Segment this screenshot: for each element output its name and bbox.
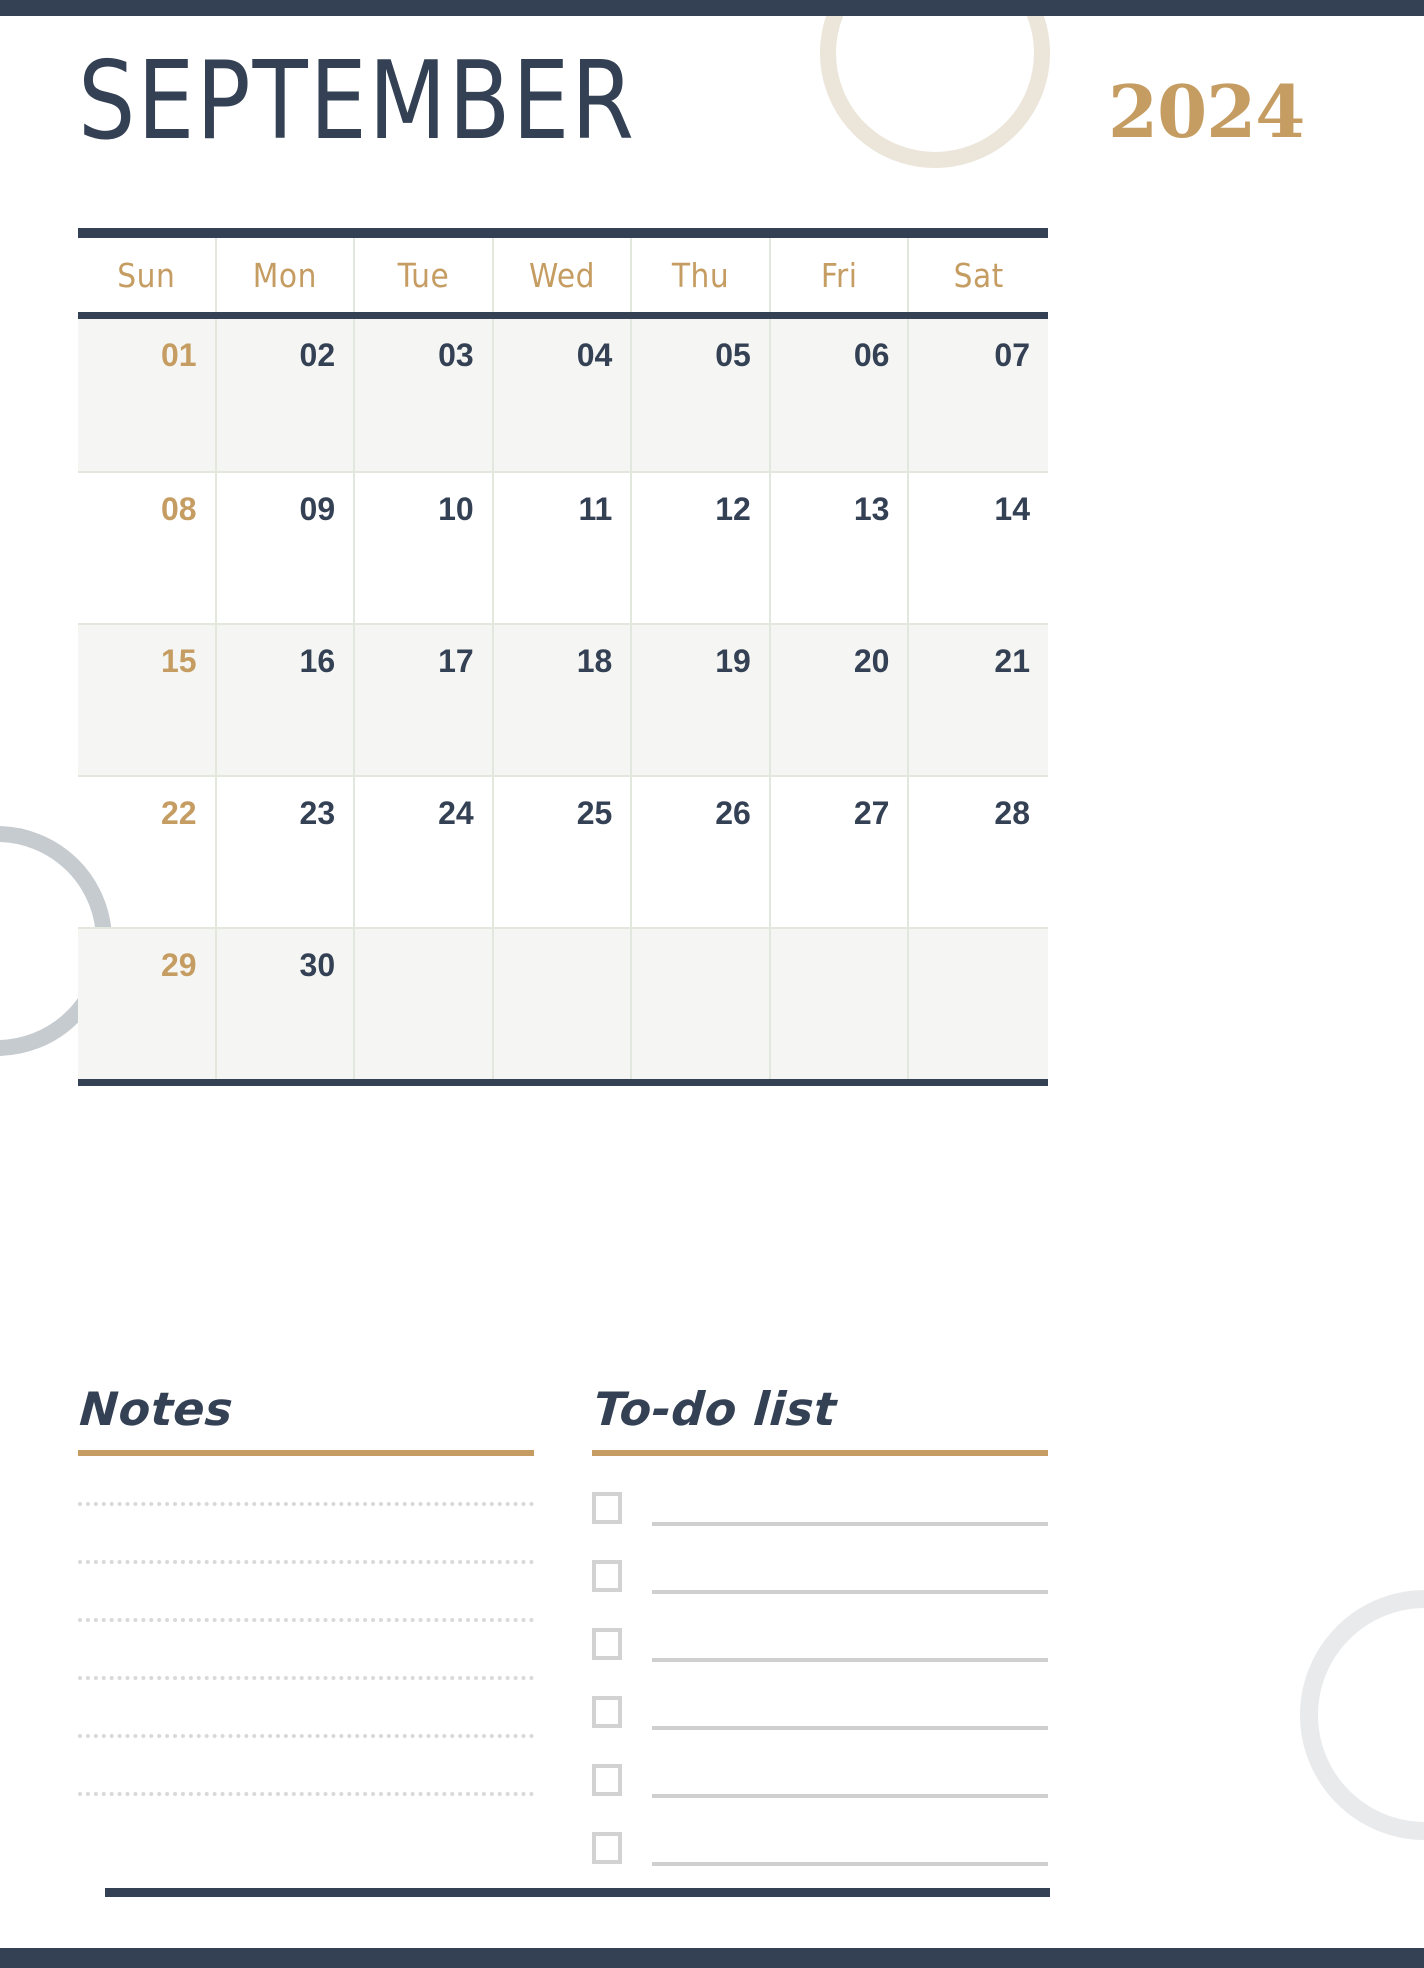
notes-line[interactable]	[78, 1618, 534, 1622]
calendar-week-row: 29 30	[78, 927, 1048, 1079]
calendar-day-cell[interactable]: 02	[217, 319, 356, 471]
todo-item	[592, 1622, 1048, 1666]
weekday-header-fri: Fri	[771, 238, 910, 312]
notes-line[interactable]	[78, 1734, 534, 1738]
notes-line[interactable]	[78, 1676, 534, 1680]
todo-item-line[interactable]	[652, 1726, 1048, 1730]
calendar-day-cell[interactable]: 19	[632, 625, 771, 775]
todo-item-line[interactable]	[652, 1862, 1048, 1866]
calendar-day-cell[interactable]: 30	[217, 929, 356, 1079]
checkbox-empty-icon[interactable]	[592, 1628, 622, 1660]
calendar-header: SEPTEMBER 2024	[0, 48, 1424, 188]
decorative-circle-bottom-right	[1300, 1590, 1424, 1840]
calendar-header-rule	[78, 312, 1048, 319]
calendar-top-rule	[78, 228, 1048, 238]
calendar-day-cell[interactable]: 20	[771, 625, 910, 775]
calendar-day-cell-empty	[771, 929, 910, 1079]
notes-underline	[78, 1450, 534, 1456]
checkbox-empty-icon[interactable]	[592, 1764, 622, 1796]
notes-line[interactable]	[78, 1502, 534, 1506]
calendar-day-cell[interactable]: 27	[771, 777, 910, 927]
todo-item-line[interactable]	[652, 1794, 1048, 1798]
weekday-header-sun: Sun	[78, 238, 217, 312]
calendar-day-cell[interactable]: 22	[78, 777, 217, 927]
todo-items	[592, 1486, 1048, 1870]
page-bottom-bar	[0, 1948, 1424, 1968]
calendar-day-cell[interactable]: 26	[632, 777, 771, 927]
weekday-header-sat: Sat	[953, 255, 1004, 295]
calendar-day-cell[interactable]: 29	[78, 929, 217, 1079]
calendar-day-cell[interactable]: 25	[494, 777, 633, 927]
calendar-day-cell[interactable]: 03	[355, 319, 494, 471]
todo-item-line[interactable]	[652, 1590, 1048, 1594]
calendar-day-cell[interactable]: 08	[78, 473, 217, 623]
notes-title: Notes	[78, 1382, 235, 1436]
checkbox-empty-icon[interactable]	[592, 1560, 622, 1592]
calendar-day-cell[interactable]: 15	[78, 625, 217, 775]
todo-item	[592, 1486, 1048, 1530]
calendar-week-row: 08 09 10 11 12 13 14	[78, 471, 1048, 623]
notes-panel: Notes	[78, 1382, 534, 1894]
calendar-day-cell[interactable]: 06	[771, 319, 910, 471]
todo-item	[592, 1758, 1048, 1802]
notes-line[interactable]	[78, 1792, 534, 1796]
todo-item	[592, 1690, 1048, 1734]
calendar-day-cell[interactable]: 11	[494, 473, 633, 623]
calendar-day-cell-empty	[909, 929, 1048, 1079]
calendar-grid: Sun Mon Tue Wed Thu Fri Sat 01 02 03 04 05 06…	[78, 228, 1048, 1086]
calendar-day-cell[interactable]: 21	[909, 625, 1048, 775]
calendar-day-cell-empty	[632, 929, 771, 1079]
weekday-header-tue: Tue	[355, 238, 494, 312]
calendar-day-cell-empty	[355, 929, 494, 1079]
calendar-day-cell[interactable]: 18	[494, 625, 633, 775]
calendar-day-cell-empty	[494, 929, 633, 1079]
calendar-weeks: 01 02 03 04 05 06 07 08 09 10 11 12 13 14 15 16 17 18 19 20…	[78, 319, 1048, 1079]
weekday-header-mon: Mon	[217, 238, 356, 312]
weekday-header-row: Sun Mon Tue Wed Thu Fri Sat	[78, 238, 1048, 312]
calendar-day-cell[interactable]: 28	[909, 777, 1048, 927]
calendar-day-cell[interactable]: 12	[632, 473, 771, 623]
calendar-day-cell[interactable]: 16	[217, 625, 356, 775]
notes-writing-lines	[78, 1502, 534, 1796]
notes-line[interactable]	[78, 1560, 534, 1564]
todo-item	[592, 1554, 1048, 1598]
calendar-day-cell[interactable]: 01	[78, 319, 217, 471]
todo-item-line[interactable]	[652, 1658, 1048, 1662]
calendar-day-cell[interactable]: 24	[355, 777, 494, 927]
calendar-day-cell[interactable]: 05	[632, 319, 771, 471]
calendar-day-cell[interactable]: 04	[494, 319, 633, 471]
todo-underline	[592, 1450, 1048, 1456]
lower-section: Notes To-do list	[78, 1382, 1048, 1894]
calendar-day-cell[interactable]: 10	[355, 473, 494, 623]
calendar-week-row: 22 23 24 25 26 27 28	[78, 775, 1048, 927]
calendar-day-cell[interactable]: 07	[909, 319, 1048, 471]
month-title: SEPTEMBER	[78, 39, 636, 164]
todo-item	[592, 1826, 1048, 1870]
page-top-bar	[0, 0, 1424, 16]
checkbox-empty-icon[interactable]	[592, 1832, 622, 1864]
calendar-day-cell[interactable]: 17	[355, 625, 494, 775]
weekday-header-thu: Thu	[632, 238, 771, 312]
weekday-header-wed: Wed	[494, 238, 633, 312]
calendar-day-cell[interactable]: 14	[909, 473, 1048, 623]
calendar-week-row: 15 16 17 18 19 20 21	[78, 623, 1048, 775]
todo-title: To-do list	[592, 1382, 839, 1436]
year-label: 2024	[1108, 76, 1305, 148]
calendar-day-cell[interactable]: 23	[217, 777, 356, 927]
checkbox-empty-icon[interactable]	[592, 1492, 622, 1524]
todo-panel: To-do list	[592, 1382, 1048, 1894]
checkbox-empty-icon[interactable]	[592, 1696, 622, 1728]
todo-item-line[interactable]	[652, 1522, 1048, 1526]
page-footer-rule	[105, 1888, 1050, 1897]
calendar-day-cell[interactable]: 13	[771, 473, 910, 623]
calendar-bottom-rule	[78, 1079, 1048, 1086]
calendar-week-row: 01 02 03 04 05 06 07	[78, 319, 1048, 471]
calendar-day-cell[interactable]: 09	[217, 473, 356, 623]
